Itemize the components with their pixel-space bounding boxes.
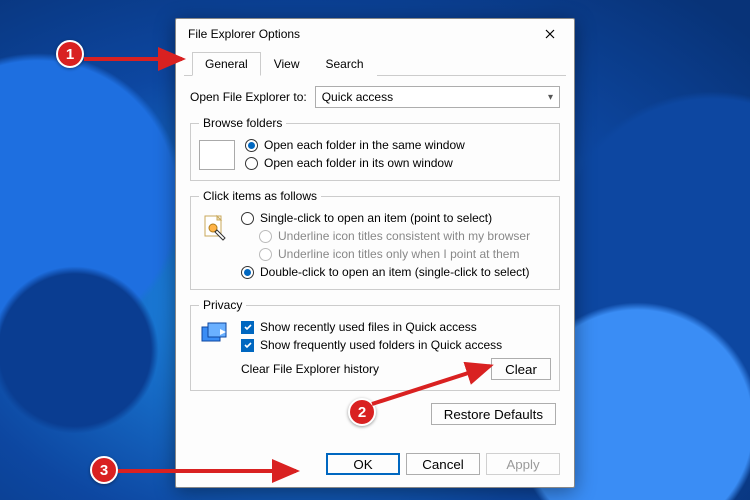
radio-underline-browser: Underline icon titles consistent with my… xyxy=(259,229,530,243)
annotation-badge-1-label: 1 xyxy=(66,46,74,63)
privacy-legend: Privacy xyxy=(199,298,246,312)
restore-defaults-button[interactable]: Restore Defaults xyxy=(431,403,556,425)
click-doc-icon xyxy=(199,213,231,245)
ok-button[interactable]: OK xyxy=(326,453,400,475)
checkbox-icon xyxy=(241,321,254,334)
click-items-group: Click items as follows Single- xyxy=(190,189,560,290)
file-explorer-options-dialog: File Explorer Options General View Searc… xyxy=(175,18,575,488)
close-icon xyxy=(545,29,555,39)
browse-folders-legend: Browse folders xyxy=(199,116,286,130)
browse-folders-group: Browse folders Open each folder in the s… xyxy=(190,116,560,181)
radio-same-window-label: Open each folder in the same window xyxy=(264,138,465,152)
radio-icon xyxy=(259,230,272,243)
dialog-footer: OK Cancel Apply xyxy=(176,445,574,487)
radio-same-window[interactable]: Open each folder in the same window xyxy=(245,138,465,152)
tab-body: Open File Explorer to: Quick access ▾ Br… xyxy=(176,76,574,445)
cancel-button-label: Cancel xyxy=(422,457,464,472)
radio-icon xyxy=(245,139,258,152)
click-items-legend: Click items as follows xyxy=(199,189,321,203)
apply-button-label: Apply xyxy=(506,457,539,472)
annotation-badge-1: 1 xyxy=(56,40,84,68)
privacy-group: Privacy Show recently used files in Quic… xyxy=(190,298,560,391)
clear-button[interactable]: Clear xyxy=(491,358,551,380)
radio-icon xyxy=(259,248,272,261)
ok-button-label: OK xyxy=(353,457,372,472)
tab-general[interactable]: General xyxy=(192,52,261,76)
radio-double-click[interactable]: Double-click to open an item (single-cli… xyxy=(241,265,530,279)
radio-icon xyxy=(245,157,258,170)
annotation-badge-3: 3 xyxy=(90,456,118,484)
titlebar: File Explorer Options xyxy=(176,19,574,49)
radio-icon xyxy=(241,212,254,225)
tab-search[interactable]: Search xyxy=(313,52,377,76)
radio-own-window-label: Open each folder in its own window xyxy=(264,156,453,170)
cancel-button[interactable]: Cancel xyxy=(406,453,480,475)
tab-bar: General View Search xyxy=(184,51,566,76)
radio-icon xyxy=(241,266,254,279)
tab-view[interactable]: View xyxy=(261,52,313,76)
open-explorer-combo[interactable]: Quick access ▾ xyxy=(315,86,560,108)
clear-history-label: Clear File Explorer history xyxy=(241,362,379,376)
desktop-background: File Explorer Options General View Searc… xyxy=(0,0,750,500)
check-frequent-folders-label: Show frequently used folders in Quick ac… xyxy=(260,338,502,352)
radio-own-window[interactable]: Open each folder in its own window xyxy=(245,156,465,170)
open-explorer-row: Open File Explorer to: Quick access ▾ xyxy=(190,86,560,108)
check-recent-files[interactable]: Show recently used files in Quick access xyxy=(241,320,502,334)
radio-underline-point: Underline icon titles only when I point … xyxy=(259,247,530,261)
check-frequent-folders[interactable]: Show frequently used folders in Quick ac… xyxy=(241,338,502,352)
close-button[interactable] xyxy=(530,20,570,48)
tab-search-label: Search xyxy=(326,57,364,71)
chevron-down-icon: ▾ xyxy=(548,92,553,103)
open-explorer-value: Quick access xyxy=(322,90,393,104)
tab-view-label: View xyxy=(274,57,300,71)
radio-underline-point-label: Underline icon titles only when I point … xyxy=(278,247,519,261)
tab-general-label: General xyxy=(205,57,248,71)
open-explorer-label: Open File Explorer to: xyxy=(190,90,307,104)
check-recent-files-label: Show recently used files in Quick access xyxy=(260,320,477,334)
apply-button: Apply xyxy=(486,453,560,475)
annotation-badge-3-label: 3 xyxy=(100,462,108,479)
radio-single-click[interactable]: Single-click to open an item (point to s… xyxy=(241,211,530,225)
window-title: File Explorer Options xyxy=(188,27,530,41)
radio-single-click-label: Single-click to open an item (point to s… xyxy=(260,211,492,225)
privacy-icon xyxy=(199,320,231,348)
clear-button-label: Clear xyxy=(505,362,537,377)
browse-thumb-icon xyxy=(199,140,235,170)
radio-double-click-label: Double-click to open an item (single-cli… xyxy=(260,265,529,279)
restore-defaults-label: Restore Defaults xyxy=(444,407,543,422)
checkbox-icon xyxy=(241,339,254,352)
radio-underline-browser-label: Underline icon titles consistent with my… xyxy=(278,229,530,243)
